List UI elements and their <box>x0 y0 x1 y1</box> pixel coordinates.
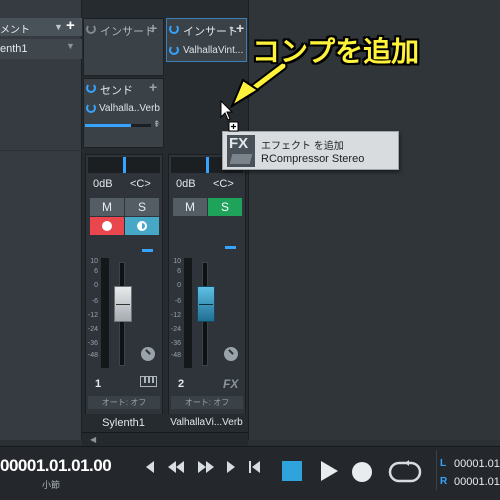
scale-tick-label: 10 <box>173 258 181 265</box>
loop-right-label: R <box>440 476 448 487</box>
channel2-mute-button[interactable]: M <box>173 198 207 216</box>
add-instrument-icon[interactable]: + <box>66 17 80 35</box>
channel1-mute-button[interactable]: M <box>90 198 124 216</box>
channel2-level-meter <box>184 258 192 368</box>
tooltip-plugin-name: RCompressor Stereo <box>261 153 365 165</box>
channel1-name[interactable]: Sylenth1 <box>83 414 164 432</box>
channel1-volume-fader[interactable] <box>114 285 132 322</box>
channel2-add-insert-icon[interactable]: + <box>236 20 244 36</box>
channel1-send-header: センド <box>100 85 133 97</box>
channel1-automation-mode[interactable]: オート: オフ <box>88 396 160 409</box>
channel2-pan-knob[interactable] <box>224 347 238 361</box>
channel1-send-indicator <box>142 249 153 252</box>
scale-tick-label: 6 <box>177 268 181 275</box>
scale-tick-label: 10 <box>90 258 98 265</box>
channel2-insert-plugin[interactable]: ValhallaVint... <box>183 45 245 56</box>
channel1-insert-header: インサート <box>100 26 155 38</box>
monitor-icon <box>137 221 147 231</box>
channel1-add-insert-icon[interactable]: + <box>149 20 157 36</box>
instrument-panel <box>0 0 82 440</box>
scale-tick-label: 6 <box>94 268 98 275</box>
tooltip-title: エフェクト を追加 <box>261 141 344 152</box>
channel1-send-plugin-power-icon[interactable] <box>86 103 96 116</box>
scale-tick-label: 0 <box>177 282 181 289</box>
loop-right-value[interactable]: 00001.01 <box>454 476 500 488</box>
fx-badge-icon: FX <box>227 135 255 167</box>
mixer-scrollbar[interactable]: ◀ <box>82 432 248 446</box>
go-to-start-icon[interactable] <box>247 459 263 478</box>
chevron-down-icon[interactable]: ▼ <box>66 41 75 51</box>
channel1-send-power-icon[interactable] <box>86 83 96 96</box>
scale-tick-label: -24 <box>87 326 98 333</box>
loop-left-label: L <box>440 458 447 469</box>
scale-tick-label: -48 <box>170 352 181 359</box>
loop-button[interactable] <box>388 460 422 487</box>
fast-forward-icon[interactable] <box>196 459 216 478</box>
channel2-send-indicator <box>225 246 236 249</box>
chevron-down-icon[interactable]: ▼ <box>228 26 235 33</box>
rewind-icon[interactable] <box>166 459 186 478</box>
channel2-automation-mode[interactable]: オート: オフ <box>171 396 243 409</box>
channel2-name[interactable]: ValhallaVi...Verb <box>166 414 247 432</box>
transport-position[interactable]: 00001.01.01.00 <box>0 456 112 476</box>
scale-tick-label: -6 <box>91 298 98 305</box>
channel1-solo-button[interactable]: S <box>125 198 159 216</box>
channel2-volume-readout[interactable]: 0dB <box>176 178 196 190</box>
channel2-solo-button[interactable]: S <box>208 198 242 216</box>
channel1-level-scale: 10 6 0 -6 -12 -24 -36 -48 <box>84 258 100 368</box>
play-button[interactable] <box>318 459 340 486</box>
channel1-record-button[interactable] <box>90 217 124 235</box>
scale-tick-label: -36 <box>170 340 181 347</box>
instrument-row-label: enth1 <box>0 43 28 55</box>
channel2-insert-power-icon[interactable] <box>169 24 179 37</box>
scale-tick-label: -36 <box>87 340 98 347</box>
record-icon <box>102 221 112 231</box>
channel1-insert-power-icon[interactable] <box>86 24 96 37</box>
channel1-number: 1 <box>95 378 102 390</box>
channel1-pan-knob[interactable] <box>141 347 155 361</box>
channel2-insert-plugin-power-icon[interactable] <box>169 45 179 58</box>
channel2-pan-readout[interactable]: <C> <box>213 178 234 190</box>
channel1-pan-readout[interactable]: <C> <box>130 178 151 190</box>
scale-tick-label: -48 <box>87 352 98 359</box>
divider <box>436 450 437 490</box>
add-effect-tooltip: FX エフェクト を追加 RCompressor Stereo <box>222 131 399 170</box>
instrument-panel-title: メント <box>0 25 30 36</box>
loop-left-value[interactable]: 00001.01 <box>454 458 500 470</box>
scale-tick-label: -24 <box>170 326 181 333</box>
chevron-down-icon[interactable]: ▼ <box>54 18 64 36</box>
annotation-label: コンプを追加 <box>252 36 420 67</box>
scale-tick-label: -12 <box>170 312 181 319</box>
channel2-level-scale: 10 6 0 -6 -12 -24 -36 -48 <box>167 258 183 368</box>
channel1-send-level-slider[interactable] <box>85 124 151 127</box>
channel1-monitor-button[interactable] <box>125 217 159 235</box>
transport-position-unit: 小節 <box>42 480 61 490</box>
send-options-icon[interactable]: ⇞ <box>153 119 161 130</box>
channel1-level-meter <box>101 258 109 368</box>
channel2-volume-fader[interactable] <box>197 285 215 322</box>
stop-button[interactable] <box>282 461 302 481</box>
scale-tick-label: -12 <box>87 312 98 319</box>
scale-tick-label: -6 <box>174 298 181 305</box>
scroll-left-icon[interactable]: ◀ <box>90 435 96 444</box>
fx-channel-icon: FX <box>223 377 239 391</box>
channel1-send-plugin[interactable]: Valhalla..Verb <box>99 103 162 114</box>
forward-icon[interactable] <box>223 459 239 478</box>
scale-tick-label: 0 <box>94 282 98 289</box>
channel1-pan-slider[interactable] <box>88 157 160 173</box>
divider <box>0 150 82 151</box>
channel1-add-send-icon[interactable]: + <box>149 79 157 95</box>
return-to-zero-icon[interactable] <box>142 459 158 478</box>
record-button[interactable] <box>352 462 372 482</box>
channel2-number: 2 <box>178 378 185 390</box>
instrument-keyboard-icon <box>140 376 157 387</box>
channel1-volume-readout[interactable]: 0dB <box>93 178 113 190</box>
